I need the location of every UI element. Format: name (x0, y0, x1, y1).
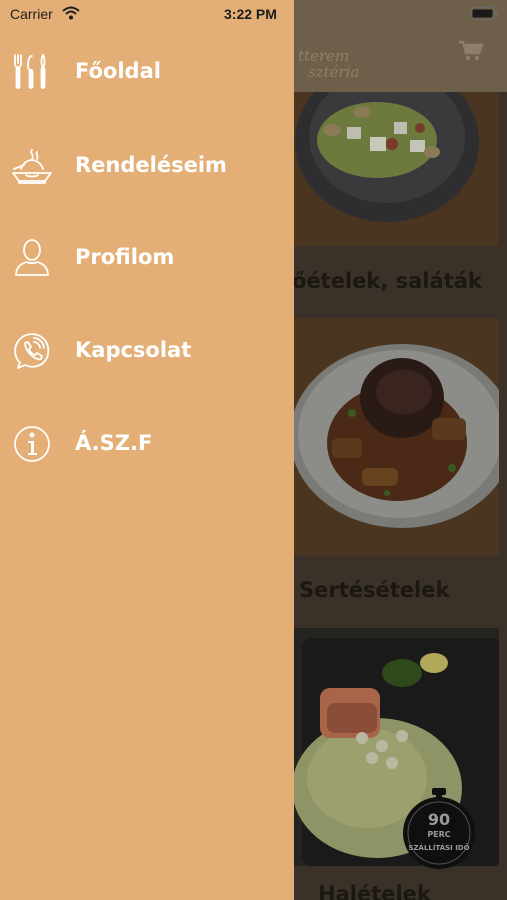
category-title[interactable]: Halételek (318, 882, 431, 900)
wifi-icon (62, 6, 80, 20)
phone-icon (14, 333, 50, 369)
delivery-time-unit: PERC (427, 830, 451, 839)
category-title[interactable]: Sertésételek (299, 578, 449, 602)
menu-item-label: Á.SZ.F (75, 431, 153, 455)
menu-item-label: Rendeléseim (75, 153, 227, 177)
menu-item-profile[interactable]: Profilom (0, 228, 294, 288)
menu-item-orders[interactable]: Rendeléseim (0, 135, 294, 195)
status-bar: Carrier 3:22 PM (0, 0, 507, 28)
delivery-time-number: 90 (427, 810, 451, 829)
menu-item-terms[interactable]: Á.SZ.F (0, 414, 294, 474)
menu-item-label: Kapcsolat (75, 338, 192, 362)
user-icon (15, 239, 49, 276)
delivery-time-caption: SZÁLLÍTÁSI IDŐ (408, 844, 470, 852)
category-title[interactable]: őételek, saláták (292, 269, 482, 293)
stopwatch-badge-icon (403, 788, 475, 869)
cart-icon[interactable] (458, 40, 484, 62)
info-icon (14, 426, 50, 462)
restaurant-logo: tterem sztéria (298, 47, 360, 81)
menu-item-label: Főoldal (75, 59, 161, 83)
clock: 3:22 PM (224, 6, 277, 22)
food-tray-icon (12, 149, 52, 184)
menu-item-contact[interactable]: Kapcsolat (0, 321, 294, 381)
side-drawer: Főoldal Rendeléseim Profilom Kapcsolat Á… (0, 0, 294, 900)
battery-icon (470, 7, 498, 20)
carrier-label: Carrier (10, 6, 53, 22)
menu-item-home[interactable]: Főoldal (0, 42, 294, 102)
utensils-icon (14, 54, 46, 89)
category-image[interactable] (292, 92, 499, 246)
category-image[interactable] (292, 318, 499, 556)
menu-item-label: Profilom (75, 245, 175, 269)
